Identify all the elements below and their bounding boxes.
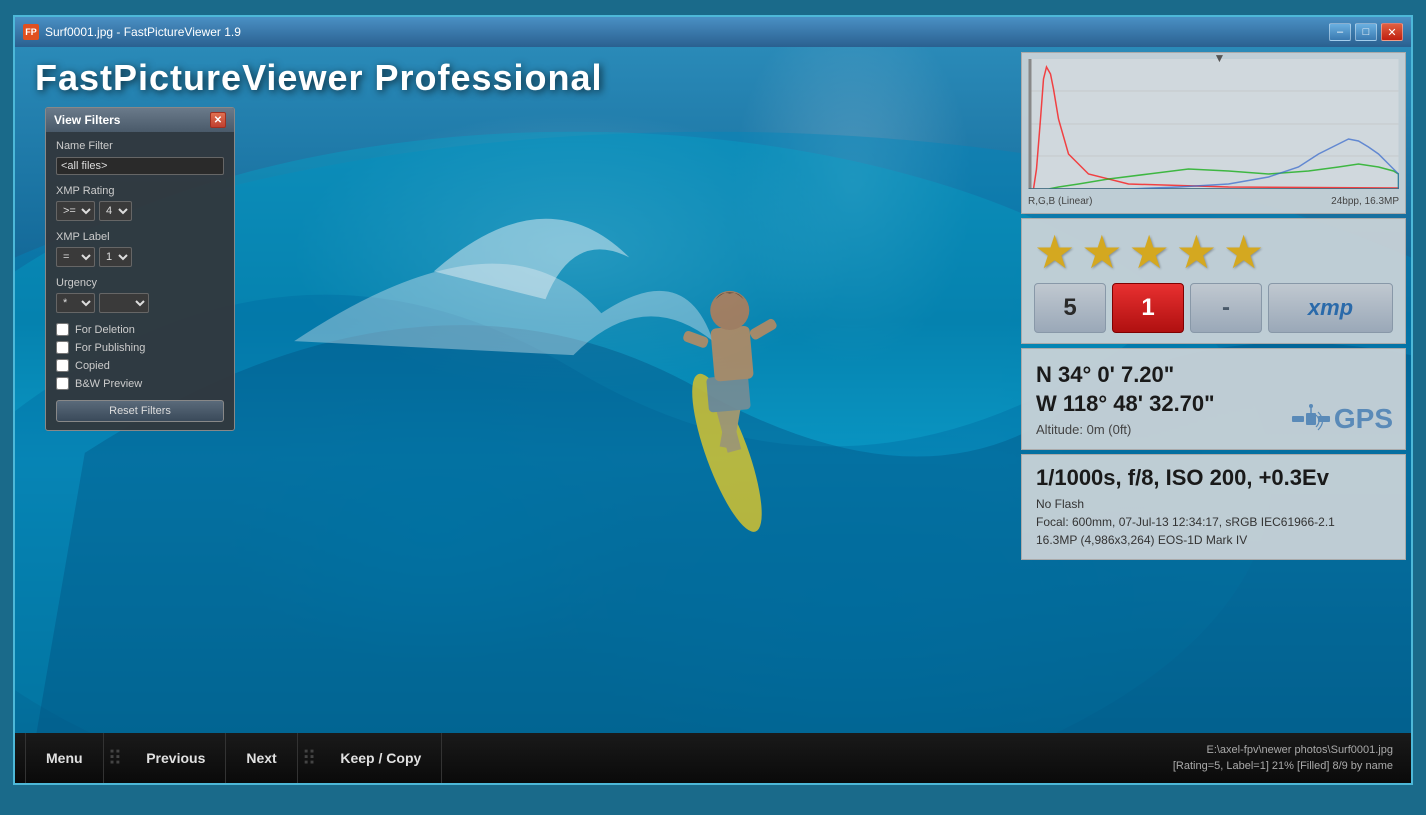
checkbox-row-publishing: For Publishing — [56, 341, 224, 354]
window-controls: – □ ✕ — [1329, 23, 1403, 41]
app-title: FastPictureViewer Professional — [35, 57, 603, 99]
gps-icon-container: GPS — [1290, 399, 1393, 439]
exif-box: 1/1000s, f/8, ISO 200, +0.3Ev No Flash F… — [1021, 454, 1406, 560]
gps-satellite-icon — [1290, 399, 1330, 439]
histogram-label-right: 24bpp, 16.3MP — [1331, 196, 1399, 207]
histogram-container: ▼ — [1028, 59, 1399, 194]
filters-title: View Filters — [54, 113, 120, 127]
urgency-op-select[interactable]: * = >= — [56, 293, 95, 313]
xmp-label-label: XMP Label — [56, 231, 224, 243]
star-5[interactable]: ★ — [1223, 229, 1264, 275]
exif-focal: Focal: 600mm, 07-Jul-13 12:34:17, sRGB I… — [1036, 513, 1391, 531]
checkbox-row-bwpreview: B&W Preview — [56, 377, 224, 390]
separator-1: ⠿ — [104, 746, 127, 771]
xmp-rating-label: XMP Rating — [56, 185, 224, 197]
title-bar: FP Surf0001.jpg - FastPictureViewer 1.9 … — [15, 17, 1411, 47]
checkbox-row-copied: Copied — [56, 359, 224, 372]
menu-button[interactable]: Menu — [25, 733, 104, 783]
urgency-row: * = >= 1 2 — [56, 293, 224, 313]
copied-label[interactable]: Copied — [75, 360, 110, 372]
stars-row: ★ ★ ★ ★ ★ — [1034, 229, 1393, 275]
keep-copy-button[interactable]: Keep / Copy — [320, 733, 442, 783]
xmp-label-row: = >= < 1 2 3 4 5 — [56, 247, 224, 267]
star-2[interactable]: ★ — [1081, 229, 1122, 275]
histogram-info: R,G,B (Linear) 24bpp, 16.3MP — [1028, 196, 1399, 207]
window-title: Surf0001.jpg - FastPictureViewer 1.9 — [45, 25, 1329, 39]
histogram-label-left: R,G,B (Linear) — [1028, 196, 1092, 207]
name-filter-input[interactable] — [56, 157, 224, 175]
status-line-1: E:\axel-fpv\newer photos\Surf0001.jpg — [442, 742, 1393, 759]
filters-body: Name Filter XMP Rating >= > = < — [46, 132, 234, 430]
histogram-chart — [1028, 59, 1399, 189]
filters-close-button[interactable]: ✕ — [210, 112, 226, 128]
minimize-button[interactable]: – — [1329, 23, 1351, 41]
histogram-arrow: ▼ — [1214, 51, 1226, 65]
xmp-rating-section: XMP Rating >= > = < 4 1 2 3 — [56, 185, 224, 221]
close-button[interactable]: ✕ — [1381, 23, 1403, 41]
filters-title-bar: View Filters ✕ — [46, 108, 234, 132]
main-content: FastPictureViewer Professional View Filt… — [15, 47, 1411, 733]
app-icon: FP — [23, 24, 39, 40]
urgency-val-select[interactable]: 1 2 — [99, 293, 149, 313]
for-deletion-label[interactable]: For Deletion — [75, 324, 135, 336]
urgency-section: Urgency * = >= 1 2 — [56, 277, 224, 313]
exif-sensor: 16.3MP (4,986x3,264) EOS-1D Mark IV — [1036, 531, 1391, 549]
star-1[interactable]: ★ — [1034, 229, 1075, 275]
star-4[interactable]: ★ — [1176, 229, 1217, 275]
maximize-button[interactable]: □ — [1355, 23, 1377, 41]
urgency-badge[interactable]: - — [1190, 283, 1262, 333]
checkboxes-section: For Deletion For Publishing Copied B&W P… — [56, 323, 224, 390]
for-publishing-label[interactable]: For Publishing — [75, 342, 145, 354]
checkbox-row-deletion: For Deletion — [56, 323, 224, 336]
for-deletion-checkbox[interactable] — [56, 323, 69, 336]
for-publishing-checkbox[interactable] — [56, 341, 69, 354]
name-filter-section: Name Filter — [56, 140, 224, 175]
urgency-label: Urgency — [56, 277, 224, 289]
xmp-rating-op-select[interactable]: >= > = < — [56, 201, 95, 221]
status-area: E:\axel-fpv\newer photos\Surf0001.jpg [R… — [442, 742, 1401, 775]
name-filter-label: Name Filter — [56, 140, 224, 152]
bw-preview-label[interactable]: B&W Preview — [75, 378, 142, 390]
rating-box: ★ ★ ★ ★ ★ 5 1 - xmp — [1021, 218, 1406, 344]
right-panel: ▼ — [1021, 52, 1406, 560]
rating-badges: 5 1 - xmp — [1034, 283, 1393, 333]
exif-main: 1/1000s, f/8, ISO 200, +0.3Ev — [1036, 465, 1391, 491]
rating-value-badge[interactable]: 5 — [1034, 283, 1106, 333]
bw-preview-checkbox[interactable] — [56, 377, 69, 390]
separator-2: ⠿ — [298, 746, 321, 771]
gps-box: N 34° 0' 7.20" W 118° 48' 32.70" Altitud… — [1021, 348, 1406, 450]
xmp-rating-val-select[interactable]: 4 1 2 3 5 — [99, 201, 132, 221]
gps-label: GPS — [1334, 403, 1393, 435]
next-button[interactable]: Next — [226, 733, 297, 783]
gps-latitude: N 34° 0' 7.20" — [1036, 361, 1391, 390]
xmp-label-val-select[interactable]: 1 2 3 4 5 — [99, 247, 132, 267]
xmp-rating-row: >= > = < 4 1 2 3 5 — [56, 201, 224, 221]
xmp-badge[interactable]: xmp — [1268, 283, 1393, 333]
bottom-bar: Menu ⠿ Previous Next ⠿ Keep / Copy E:\ax… — [15, 733, 1411, 783]
xmp-label-section: XMP Label = >= < 1 2 3 4 5 — [56, 231, 224, 267]
xmp-label-op-select[interactable]: = >= < — [56, 247, 95, 267]
previous-button[interactable]: Previous — [126, 733, 226, 783]
exif-flash: No Flash — [1036, 495, 1391, 513]
star-3[interactable]: ★ — [1129, 229, 1170, 275]
status-line-2: [Rating=5, Label=1] 21% [Filled] 8/9 by … — [442, 758, 1393, 775]
reset-filters-button[interactable]: Reset Filters — [56, 400, 224, 422]
label-value-badge[interactable]: 1 — [1112, 283, 1184, 333]
histogram-box: ▼ — [1021, 52, 1406, 214]
copied-checkbox[interactable] — [56, 359, 69, 372]
main-window: FP Surf0001.jpg - FastPictureViewer 1.9 … — [13, 15, 1413, 785]
filters-panel: View Filters ✕ Name Filter XMP Rating >=… — [45, 107, 235, 431]
